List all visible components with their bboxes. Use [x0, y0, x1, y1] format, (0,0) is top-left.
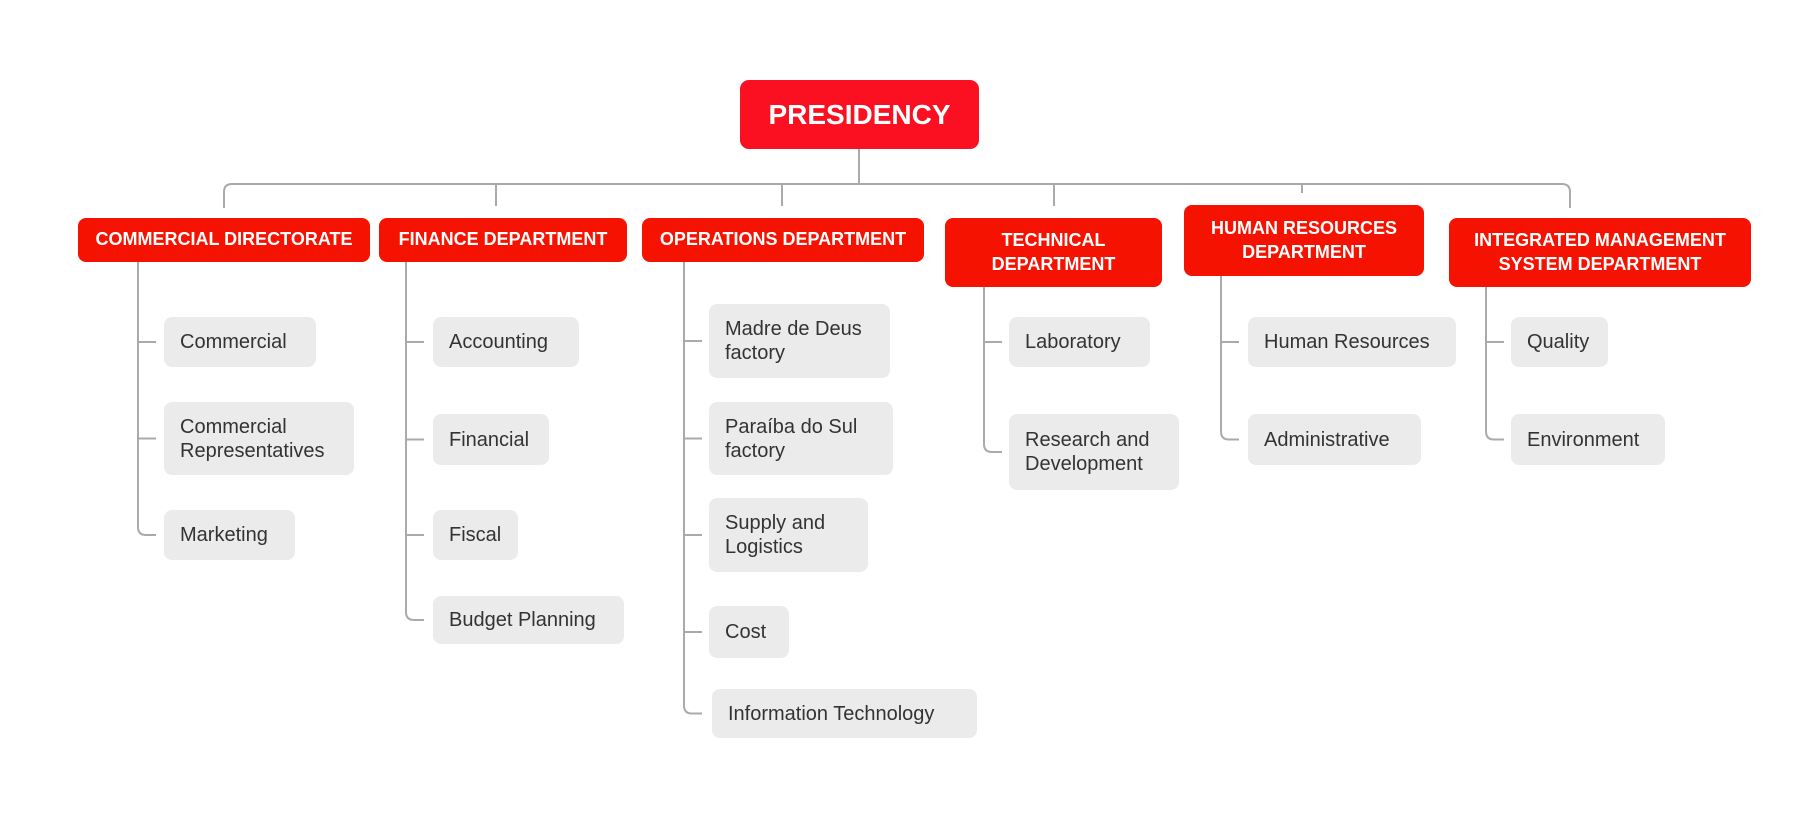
child-node: Human Resources	[1248, 317, 1456, 367]
child-node: Commercial Representatives	[164, 402, 354, 475]
department-node: COMMERCIAL DIRECTORATE	[78, 218, 370, 262]
node-presidency: PRESIDENCY	[740, 80, 979, 149]
child-node: Information Technology	[712, 689, 977, 738]
child-node: Commercial	[164, 317, 316, 367]
child-node: Madre de Deus factory	[709, 304, 890, 378]
child-node: Cost	[709, 606, 789, 658]
child-node: Budget Planning	[433, 596, 624, 644]
child-node: Accounting	[433, 317, 579, 367]
child-node: Research and Development	[1009, 414, 1179, 490]
child-node: Marketing	[164, 510, 295, 560]
child-node: Financial	[433, 414, 549, 465]
department-node: TECHNICAL DEPARTMENT	[945, 218, 1162, 287]
child-node: Laboratory	[1009, 317, 1150, 367]
department-node: HUMAN RESOURCES DEPARTMENT	[1184, 205, 1424, 276]
department-node: OPERATIONS DEPARTMENT	[642, 218, 924, 262]
child-node: Environment	[1511, 414, 1665, 465]
department-node: INTEGRATED MANAGEMENT SYSTEM DEPARTMENT	[1449, 218, 1751, 287]
child-node: Supply and Logistics	[709, 498, 868, 572]
child-node: Paraíba do Sul factory	[709, 402, 893, 475]
department-node: FINANCE DEPARTMENT	[379, 218, 627, 262]
child-node: Fiscal	[433, 510, 518, 560]
child-node: Quality	[1511, 317, 1608, 367]
child-node: Administrative	[1248, 414, 1421, 465]
